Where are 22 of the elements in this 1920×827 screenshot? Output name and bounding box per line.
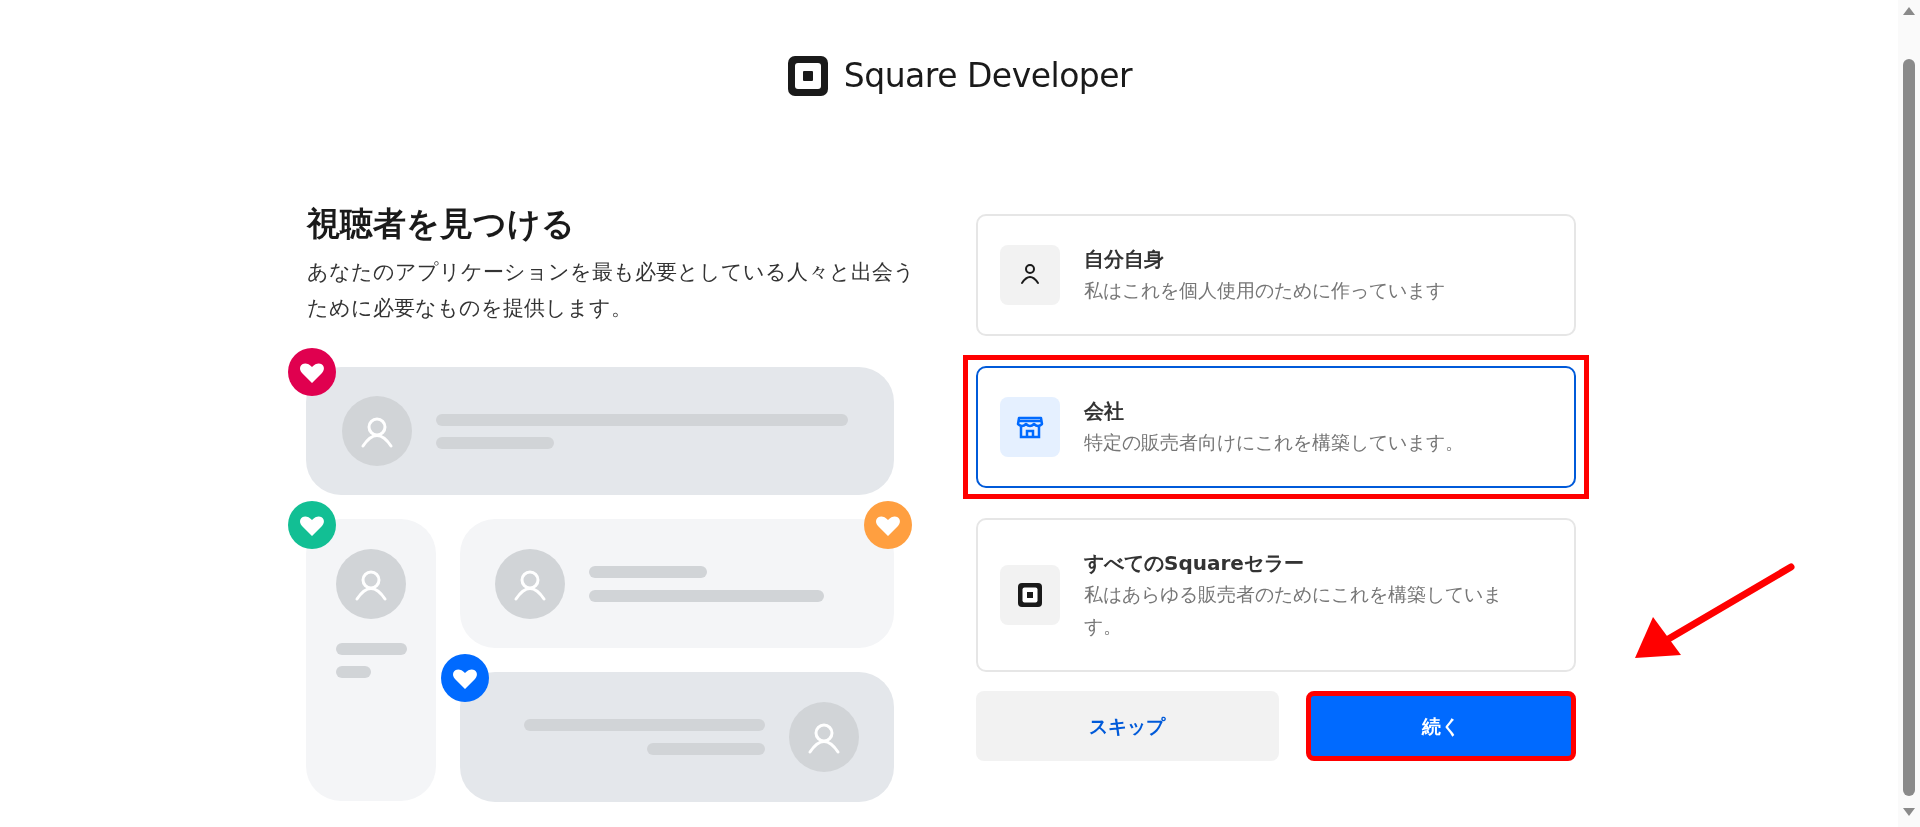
option-card[interactable]: 自分自身 私はこれを個人使用のために作っています — [976, 214, 1576, 336]
scroll-up-icon[interactable] — [1903, 7, 1915, 15]
option-card[interactable]: 会社 特定の販売者向けにこれを構築しています。 — [976, 366, 1576, 488]
logo-text: Square Developer — [843, 55, 1133, 98]
option-description: 私はこれを個人使用のために作っています — [1084, 278, 1445, 303]
option-description: 私はあらゆる販売者のためにこれを構築しています。 — [1084, 582, 1503, 639]
option-title: 自分自身 — [1084, 246, 1165, 273]
option-title: すべてのSquareセラー — [1084, 550, 1305, 577]
avatar-icon — [495, 548, 565, 619]
page-title: 視聴者を見つける — [307, 203, 576, 245]
skip-button[interactable]: スキップ — [976, 691, 1279, 761]
option-description: 特定の販売者向けにこれを構築しています。 — [1084, 430, 1464, 455]
avatar-icon — [789, 701, 859, 772]
avatar-icon — [336, 548, 406, 619]
scroll-down-icon[interactable] — [1903, 808, 1915, 816]
option-card[interactable]: すべてのSquareセラー 私はあらゆる販売者のためにこれを構築しています。 — [976, 518, 1576, 672]
scrollbar-thumb[interactable] — [1903, 59, 1915, 796]
page-description: あなたのアプリケーションを最も必要としている人々と出会うために必要なものを提供します。 — [307, 258, 916, 322]
option-title: 会社 — [1084, 398, 1125, 425]
avatar-icon — [342, 395, 412, 466]
continue-button[interactable]: 続く — [1305, 691, 1576, 761]
logo-icon — [787, 56, 828, 96]
